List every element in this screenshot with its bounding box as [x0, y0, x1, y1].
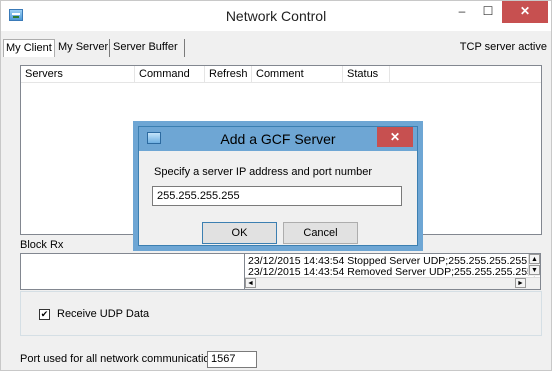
log-horizontal-scrollbar[interactable]: ◄ ► — [245, 277, 540, 289]
scroll-down-icon[interactable]: ▼ — [529, 265, 540, 275]
scroll-right-icon[interactable]: ► — [515, 278, 526, 288]
minimize-button[interactable]: – — [448, 1, 476, 23]
receive-udp-label[interactable]: Receive UDP Data — [57, 308, 149, 320]
column-header-status[interactable]: Status — [343, 66, 390, 83]
port-input[interactable]: 1567 — [207, 351, 257, 368]
block-rx-box[interactable] — [20, 253, 245, 290]
close-button[interactable]: ✕ — [502, 1, 548, 23]
tab-my-server[interactable]: My Server — [56, 39, 110, 57]
log-vertical-scrollbar[interactable]: ▲ ▼ — [528, 254, 540, 276]
ok-button[interactable]: OK — [202, 222, 277, 244]
udp-group: ✔ Receive UDP Data — [20, 291, 542, 336]
network-control-window: Network Control – ☐ ✕ My Client My Serve… — [0, 0, 552, 371]
log-list[interactable]: 23/12/2015 14:43:54 Stopped Server UDP;2… — [244, 253, 541, 290]
port-label: Port used for all network communications… — [20, 353, 225, 365]
tcp-status-text: TCP server active — [459, 41, 547, 53]
column-header-command[interactable]: Command — [135, 66, 205, 83]
maximize-button[interactable]: ☐ — [474, 1, 502, 23]
tab-my-client[interactable]: My Client — [3, 39, 55, 57]
dialog-title-bar[interactable]: Add a GCF Server ✕ — [139, 127, 417, 151]
title-bar[interactable]: Network Control – ☐ ✕ — [1, 1, 551, 31]
column-header-comment[interactable]: Comment — [252, 66, 343, 83]
dialog-close-button[interactable]: ✕ — [377, 127, 413, 147]
servers-list-header: Servers Command Refresh Comment Status — [21, 66, 541, 83]
receive-udp-checkbox[interactable]: ✔ — [39, 309, 50, 320]
scroll-up-icon[interactable]: ▲ — [529, 254, 540, 264]
dialog-title: Add a GCF Server — [220, 131, 336, 147]
dialog-prompt: Specify a server IP address and port num… — [154, 166, 373, 178]
tab-server-buffer[interactable]: Server Buffer — [111, 39, 185, 57]
column-header-refresh[interactable]: Refresh — [205, 66, 252, 83]
scroll-left-icon[interactable]: ◄ — [245, 278, 256, 288]
column-header-servers[interactable]: Servers — [21, 66, 135, 83]
block-rx-label: Block Rx — [20, 239, 64, 251]
cancel-button[interactable]: Cancel — [283, 222, 358, 244]
ip-address-input[interactable]: 255.255.255.255 — [152, 186, 402, 206]
add-server-dialog: Add a GCF Server ✕ Specify a server IP a… — [138, 126, 418, 246]
